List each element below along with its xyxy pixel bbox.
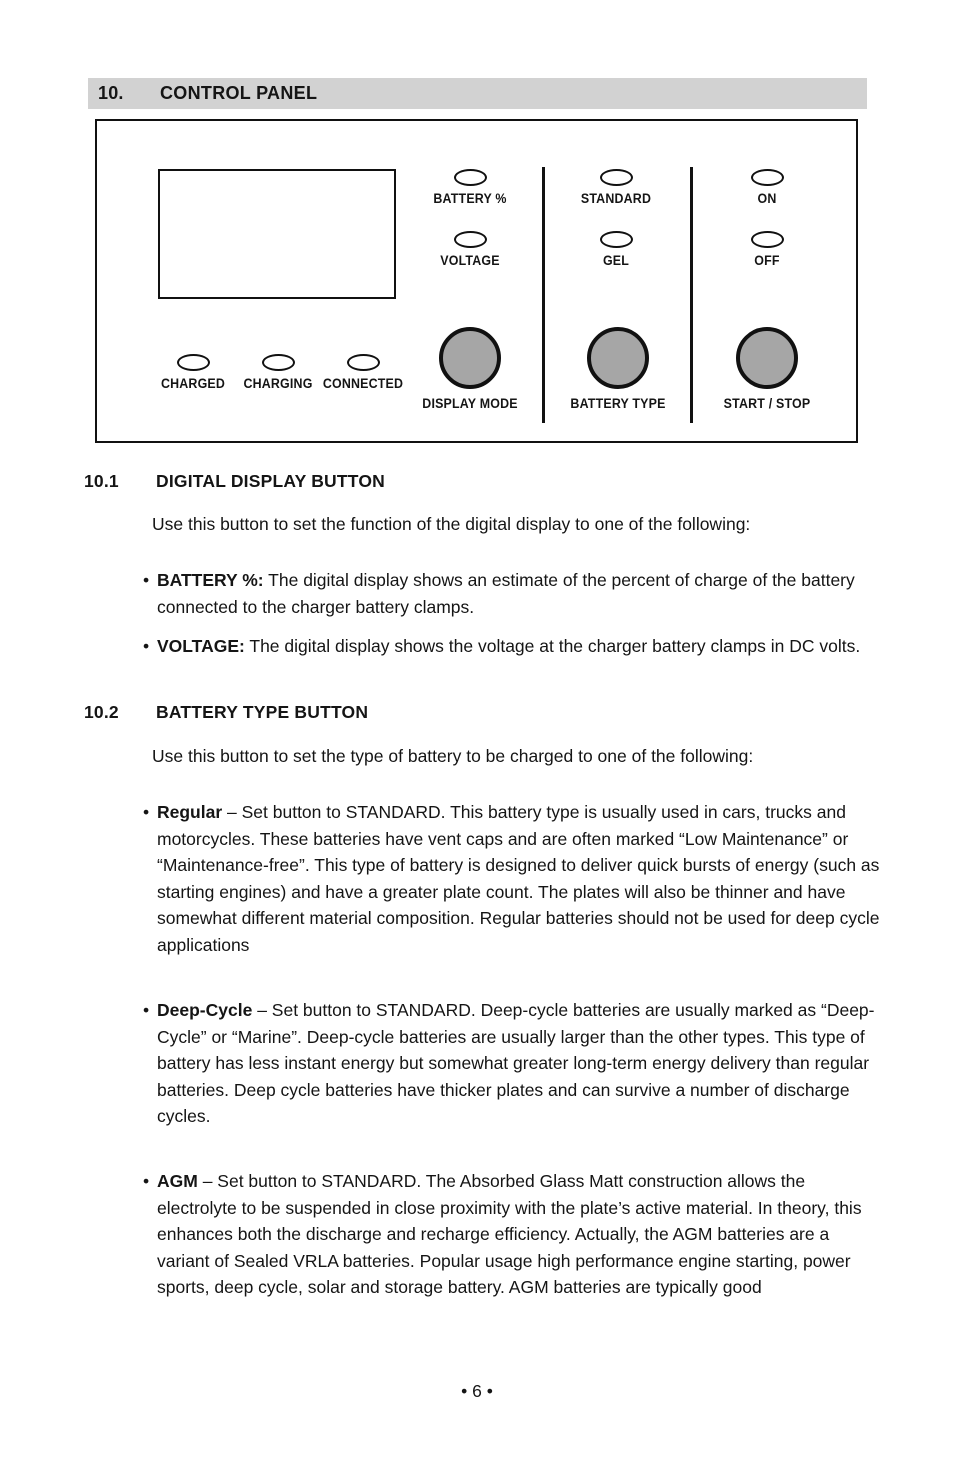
list-item: • Deep-Cycle – Set button to STANDARD. D…	[143, 997, 885, 1130]
control-panel-diagram: BATTERY % VOLTAGE STANDARD GEL ON OFF CH…	[95, 119, 858, 443]
bullet-term: Deep-Cycle	[157, 1000, 253, 1020]
bullet-term: AGM	[157, 1171, 198, 1191]
subsection-number: 10.1	[84, 471, 119, 491]
display-mode-button-label: DISPLAY MODE	[422, 396, 518, 411]
bullet-term: Regular	[157, 802, 223, 822]
bullet-marker: •	[143, 570, 150, 590]
led-indicator-icon	[599, 169, 633, 186]
battery-type-button-label: BATTERY TYPE	[570, 396, 666, 411]
led-gel: GEL	[556, 231, 676, 268]
subsection-heading-10-1: 10.1 DIGITAL DISPLAY BUTTON	[84, 471, 385, 492]
led-label: OFF	[754, 253, 780, 268]
bullet-marker: •	[143, 636, 150, 656]
list-item: • VOLTAGE: The digital display shows the…	[143, 633, 885, 660]
bullet-content: BATTERY %: The digital display shows an …	[157, 567, 885, 620]
led-voltage: VOLTAGE	[410, 231, 530, 268]
start-stop-button-label: START / STOP	[723, 396, 811, 411]
bullet-term: BATTERY %:	[157, 570, 264, 590]
led-indicator-icon	[453, 169, 487, 186]
led-indicator-icon	[346, 354, 380, 371]
list-item: • Regular – Set button to STANDARD. This…	[143, 799, 885, 958]
led-label: GEL	[602, 253, 630, 268]
push-button-icon[interactable]	[736, 327, 798, 389]
bullet-body: – Set button to STANDARD. Deep-cycle bat…	[157, 1000, 875, 1126]
led-indicator-icon	[453, 231, 487, 248]
subsection-10-1-intro: Use this button to set the function of t…	[152, 514, 751, 534]
led-standard: STANDARD	[556, 169, 676, 206]
bullet-body: – Set button to STANDARD. This battery t…	[157, 802, 880, 955]
push-button-icon[interactable]	[439, 327, 501, 389]
digital-display-screen	[158, 169, 396, 299]
led-indicator-icon	[599, 231, 633, 248]
led-label: STANDARD	[580, 191, 652, 206]
led-label: VOLTAGE	[440, 253, 500, 268]
bullet-marker: •	[143, 1171, 150, 1191]
page-number-footer: • 6 •	[461, 1381, 493, 1401]
subsection-heading-10-2: 10.2 BATTERY TYPE BUTTON	[84, 702, 368, 723]
start-stop-button[interactable]: START / STOP	[692, 327, 842, 411]
subsection-title: BATTERY TYPE BUTTON	[156, 702, 369, 722]
subsection-number: 10.2	[84, 702, 119, 722]
section-title: CONTROL PANEL	[160, 83, 318, 103]
led-indicator-icon	[750, 169, 784, 186]
bullet-content: Regular – Set button to STANDARD. This b…	[157, 799, 885, 958]
led-indicator-icon	[261, 354, 295, 371]
led-indicator-icon	[750, 231, 784, 248]
led-battery-percent: BATTERY %	[410, 169, 530, 206]
list-item: • BATTERY %: The digital display shows a…	[143, 567, 885, 620]
display-mode-button[interactable]: DISPLAY MODE	[395, 327, 545, 411]
push-button-icon[interactable]	[587, 327, 649, 389]
battery-type-button[interactable]: BATTERY TYPE	[543, 327, 693, 411]
led-off: OFF	[707, 231, 827, 268]
led-label: BATTERY %	[433, 191, 507, 206]
section-header-band: 10. CONTROL PANEL	[88, 78, 867, 109]
bullet-content: AGM – Set button to STANDARD. The Absorb…	[157, 1168, 885, 1301]
led-indicator-icon	[176, 354, 210, 371]
bullet-body: – Set button to STANDARD. The Absorbed G…	[157, 1171, 862, 1297]
led-on: ON	[707, 169, 827, 206]
led-label: ON	[757, 191, 777, 206]
bullet-content: Deep-Cycle – Set button to STANDARD. Dee…	[157, 997, 885, 1130]
bullet-body: The digital display shows the voltage at…	[244, 636, 861, 656]
bullet-marker: •	[143, 802, 150, 822]
bullet-content: VOLTAGE: The digital display shows the v…	[157, 633, 885, 660]
subsection-10-2-intro: Use this button to set the type of batte…	[152, 746, 754, 766]
list-item: • AGM – Set button to STANDARD. The Abso…	[143, 1168, 885, 1301]
bullet-marker: •	[143, 1000, 150, 1020]
section-number: 10.	[98, 83, 124, 103]
bullet-term: VOLTAGE:	[157, 636, 245, 656]
subsection-title: DIGITAL DISPLAY BUTTON	[156, 471, 386, 491]
